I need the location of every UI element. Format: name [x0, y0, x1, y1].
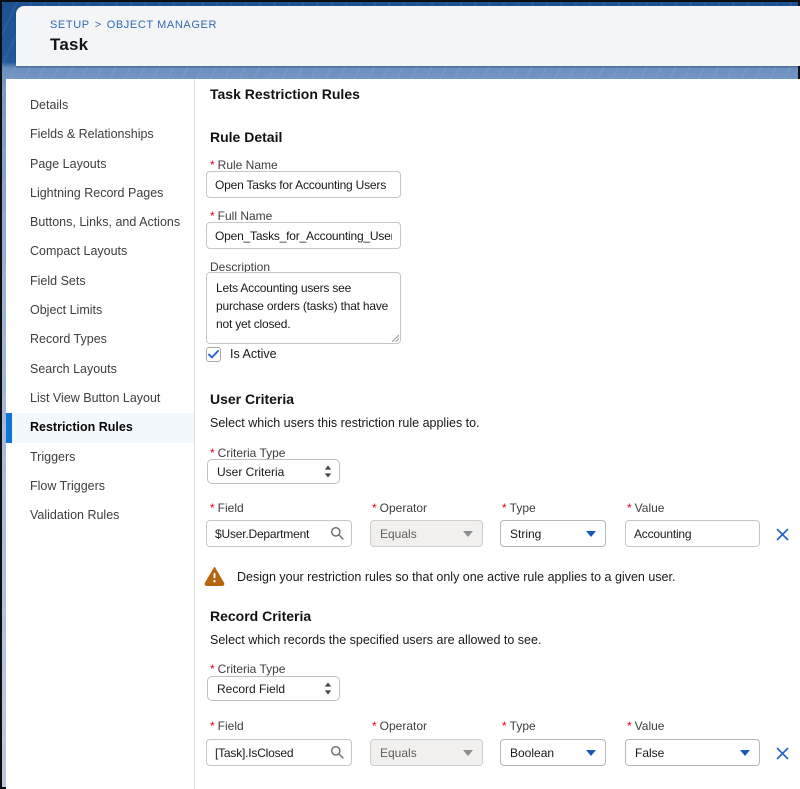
- record-type-dropdown[interactable]: Boolean: [500, 739, 606, 766]
- user-operator-label: *Operator: [372, 501, 427, 515]
- required-asterisk: *: [627, 501, 632, 515]
- required-asterisk: *: [372, 501, 377, 515]
- sidebar-item-record-types[interactable]: Record Types: [6, 325, 194, 354]
- warning-icon: [204, 566, 225, 586]
- user-field-lookup[interactable]: [206, 520, 352, 547]
- remove-record-criteria-row-button[interactable]: [773, 744, 791, 762]
- sidebar-item-compact-layouts[interactable]: Compact Layouts: [6, 237, 194, 266]
- user-criteria-type-label: *Criteria Type: [210, 446, 285, 460]
- record-field-lookup[interactable]: [206, 739, 352, 766]
- user-criteria-heading: User Criteria: [210, 391, 294, 407]
- required-asterisk: *: [210, 719, 215, 733]
- rule-name-label: *Rule Name: [210, 158, 278, 172]
- is-active-label: Is Active: [230, 347, 277, 361]
- sidebar-item-fields-relationships[interactable]: Fields & Relationships: [6, 120, 194, 149]
- search-icon[interactable]: [330, 745, 344, 759]
- sidebar-item-flow-triggers[interactable]: Flow Triggers: [6, 472, 194, 501]
- page-title: Task: [50, 35, 88, 55]
- user-type-dropdown[interactable]: String: [500, 520, 606, 547]
- required-asterisk: *: [372, 719, 377, 733]
- record-criteria-heading: Record Criteria: [210, 608, 311, 624]
- object-header-card: SETUP > OBJECT MANAGER Task: [16, 6, 800, 66]
- required-asterisk: *: [502, 719, 507, 733]
- record-criteria-type-label: *Criteria Type: [210, 662, 285, 676]
- user-criteria-type-select[interactable]: User Criteria: [207, 459, 340, 484]
- content-area: Details Fields & Relationships Page Layo…: [6, 79, 800, 789]
- required-asterisk: *: [210, 662, 215, 676]
- sidebar-item-validation-rules[interactable]: Validation Rules: [6, 501, 194, 530]
- sidebar-item-triggers[interactable]: Triggers: [6, 443, 194, 472]
- description-textarea[interactable]: Lets Accounting users see purchase order…: [206, 272, 401, 344]
- full-name-input[interactable]: [206, 222, 401, 249]
- breadcrumb-object-manager-link[interactable]: OBJECT MANAGER: [107, 19, 217, 31]
- record-field-label: *Field: [210, 719, 244, 733]
- rule-name-input[interactable]: [206, 171, 401, 198]
- required-asterisk: *: [627, 719, 632, 733]
- chevron-down-icon: [463, 750, 473, 756]
- required-asterisk: *: [210, 209, 215, 223]
- user-type-label: *Type: [502, 501, 536, 515]
- user-criteria-intro: Select which users this restriction rule…: [210, 416, 480, 430]
- user-value-input[interactable]: [625, 520, 760, 547]
- record-value-dropdown[interactable]: False: [625, 739, 760, 766]
- user-value-label: *Value: [627, 501, 664, 515]
- breadcrumb-setup-link[interactable]: SETUP: [50, 19, 90, 31]
- required-asterisk: *: [210, 501, 215, 515]
- object-manager-sidebar: Details Fields & Relationships Page Layo…: [6, 79, 195, 789]
- sidebar-item-buttons-links-actions[interactable]: Buttons, Links, and Actions: [6, 208, 194, 237]
- record-criteria-intro: Select which records the specified users…: [210, 633, 541, 647]
- user-operator-dropdown: Equals: [370, 520, 483, 547]
- close-icon: [776, 528, 789, 541]
- select-stepper-icon: [324, 682, 332, 695]
- record-operator-dropdown: Equals: [370, 739, 483, 766]
- record-type-label: *Type: [502, 719, 536, 733]
- check-icon: [208, 350, 219, 359]
- sidebar-item-lightning-record-pages[interactable]: Lightning Record Pages: [6, 179, 194, 208]
- user-field-label: *Field: [210, 501, 244, 515]
- sidebar-item-search-layouts[interactable]: Search Layouts: [6, 355, 194, 384]
- breadcrumb: SETUP > OBJECT MANAGER: [50, 19, 217, 31]
- warning-text: Design your restriction rules so that on…: [237, 570, 675, 584]
- required-asterisk: *: [502, 501, 507, 515]
- select-stepper-icon: [324, 465, 332, 478]
- chevron-down-icon: [586, 750, 596, 756]
- main-title: Task Restriction Rules: [210, 86, 360, 102]
- sidebar-item-restriction-rules[interactable]: Restriction Rules: [6, 413, 194, 442]
- required-asterisk: *: [210, 158, 215, 172]
- rule-detail-heading: Rule Detail: [210, 129, 282, 145]
- sidebar-item-details[interactable]: Details: [6, 91, 194, 120]
- chevron-down-icon: [740, 750, 750, 756]
- sidebar-item-field-sets[interactable]: Field Sets: [6, 267, 194, 296]
- salesforce-setup-window: SETUP > OBJECT MANAGER Task Details Fields…: [0, 0, 800, 789]
- search-icon[interactable]: [330, 526, 344, 540]
- full-name-label: *Full Name: [210, 209, 272, 223]
- sidebar-item-page-layouts[interactable]: Page Layouts: [6, 150, 194, 179]
- required-asterisk: *: [210, 446, 215, 460]
- chevron-down-icon: [586, 531, 596, 537]
- breadcrumb-separator: >: [95, 19, 102, 31]
- chevron-down-icon: [463, 531, 473, 537]
- sidebar-item-object-limits[interactable]: Object Limits: [6, 296, 194, 325]
- close-icon: [776, 747, 789, 760]
- is-active-checkbox[interactable]: [206, 347, 221, 362]
- sidebar-item-list-view-button-layout[interactable]: List View Button Layout: [6, 384, 194, 413]
- record-criteria-type-select[interactable]: Record Field: [207, 676, 340, 701]
- record-operator-label: *Operator: [372, 719, 427, 733]
- remove-user-criteria-row-button[interactable]: [773, 525, 791, 543]
- record-value-label: *Value: [627, 719, 664, 733]
